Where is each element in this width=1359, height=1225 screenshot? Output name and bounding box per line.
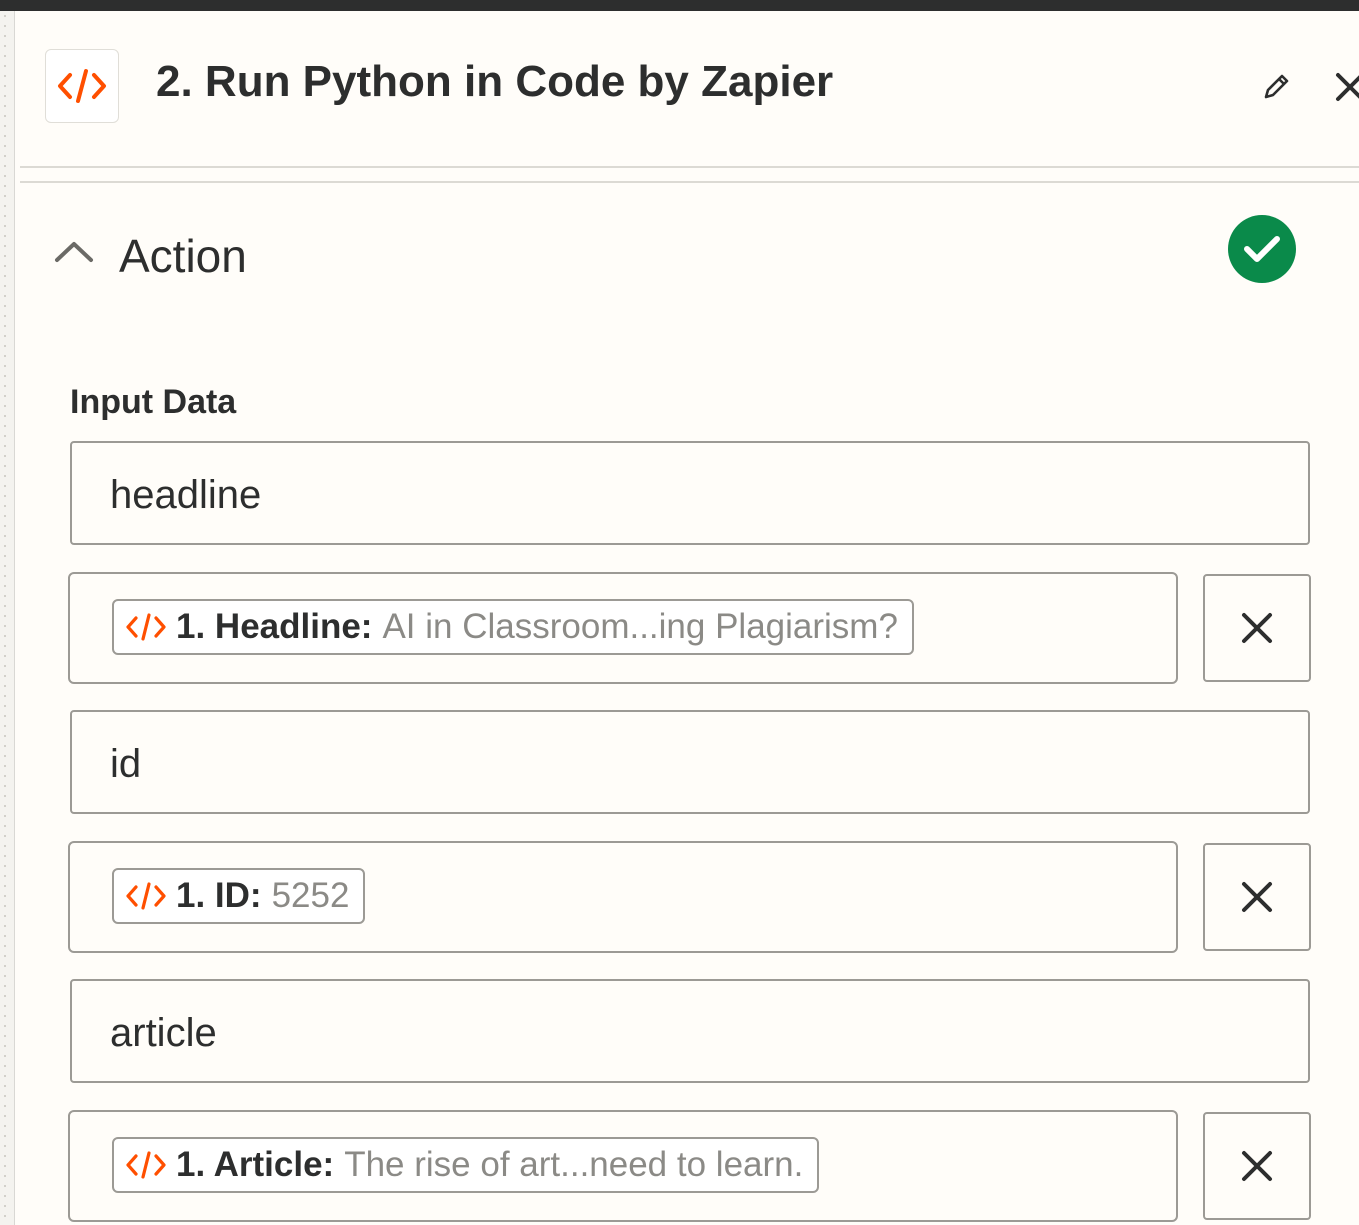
section-title: Action	[119, 230, 247, 282]
input-key-value: article	[110, 1011, 217, 1055]
input-key-value: id	[110, 742, 142, 786]
pill-value: The rise of art...need to learn.	[344, 1145, 804, 1184]
input-value-field[interactable]: 1. Article: The rise of art...need to le…	[68, 1110, 1178, 1222]
input-data-label: Input Data	[70, 383, 237, 421]
pill-label: 1. Headline:	[176, 607, 373, 646]
chevron-up-icon[interactable]	[54, 239, 94, 263]
code-icon	[126, 613, 166, 641]
pencil-icon[interactable]	[1258, 69, 1294, 105]
code-icon	[45, 49, 119, 123]
data-pill[interactable]: 1. Headline: AI in Classroom...ing Plagi…	[112, 599, 914, 655]
pill-value: 5252	[271, 876, 350, 915]
canvas-edge	[0, 11, 15, 1225]
input-value-field[interactable]: 1. Headline: AI in Classroom...ing Plagi…	[68, 572, 1178, 684]
close-icon	[1242, 613, 1272, 643]
input-key-field[interactable]: headline	[70, 441, 1310, 545]
header-divider	[20, 181, 1359, 183]
input-key-value: headline	[110, 473, 262, 517]
pill-label: 1. Article:	[176, 1145, 335, 1184]
close-icon	[1242, 882, 1272, 912]
action-section-header[interactable]: Action	[48, 211, 1308, 291]
remove-row-button[interactable]	[1203, 843, 1311, 951]
close-icon	[1242, 1151, 1272, 1181]
remove-row-button[interactable]	[1203, 574, 1311, 682]
header-divider	[20, 166, 1359, 168]
input-value-field[interactable]: 1. ID: 5252	[68, 841, 1178, 953]
page-title: 2. Run Python in Code by Zapier	[156, 57, 834, 106]
pill-label: 1. ID:	[176, 876, 262, 915]
step-editor-panel: 2. Run Python in Code by Zapier Action I…	[18, 11, 1359, 1225]
pill-value: AI in Classroom...ing Plagiarism?	[382, 607, 898, 646]
input-key-field[interactable]: article	[70, 979, 1310, 1083]
input-key-field[interactable]: id	[70, 710, 1310, 814]
check-circle-icon	[1228, 215, 1296, 283]
data-pill[interactable]: 1. Article: The rise of art...need to le…	[112, 1137, 820, 1193]
remove-row-button[interactable]	[1203, 1112, 1311, 1220]
data-pill[interactable]: 1. ID: 5252	[112, 868, 366, 924]
close-icon[interactable]	[1330, 67, 1359, 107]
panel-header: 2. Run Python in Code by Zapier	[18, 11, 1359, 167]
code-icon	[126, 1151, 166, 1179]
top-bar	[0, 0, 1359, 11]
code-icon	[126, 882, 166, 910]
